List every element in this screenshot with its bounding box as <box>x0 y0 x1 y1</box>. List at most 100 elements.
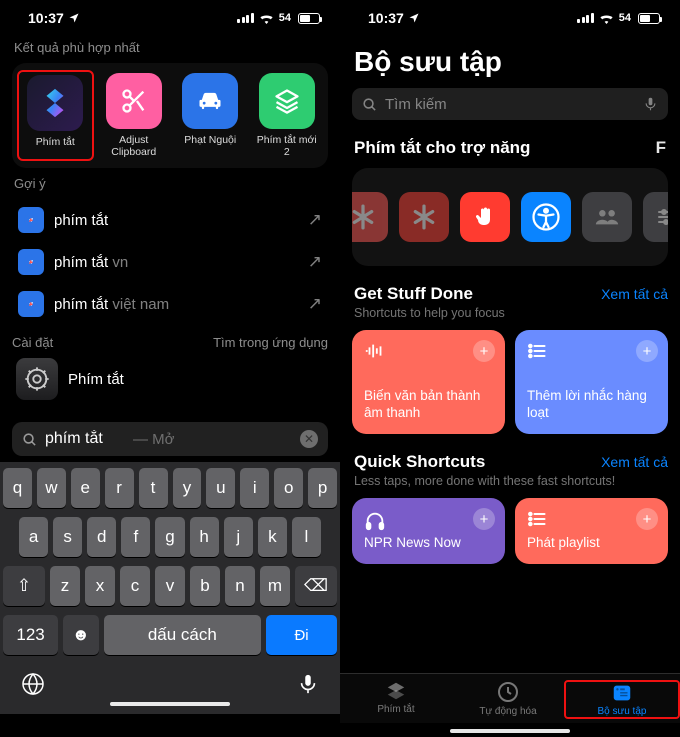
gallery-search[interactable]: Tìm kiếm <box>352 88 668 120</box>
key-k[interactable]: k <box>258 517 287 557</box>
add-button[interactable]: + <box>473 508 495 530</box>
globe-icon[interactable] <box>21 672 45 696</box>
key-space[interactable]: dấu cách <box>104 615 262 655</box>
a11y-shortcut-4[interactable] <box>582 192 632 242</box>
card-title: Thêm lời nhắc hàng loạt <box>527 388 656 422</box>
home-indicator[interactable] <box>110 702 230 706</box>
app-adjust-clipboard[interactable]: Adjust Clipboard <box>101 73 168 158</box>
app-icon <box>27 75 83 131</box>
key-z[interactable]: z <box>50 566 80 606</box>
key-⇧[interactable]: ⇧ <box>3 566 45 606</box>
add-button[interactable]: + <box>636 340 658 362</box>
tab-phím-tắt[interactable]: Phím tắt <box>340 680 452 719</box>
app-phím-tắt-mới-2[interactable]: Phím tắt mới 2 <box>254 73 321 158</box>
a11y-carousel[interactable] <box>352 168 668 266</box>
tab-tự-động-hóa[interactable]: Tự động hóa <box>452 680 564 719</box>
a11y-shortcut-1[interactable] <box>399 192 449 242</box>
search-input[interactable] <box>45 430 125 448</box>
tab-bộ-sưu-tập[interactable]: Bộ sưu tập <box>564 680 680 719</box>
battery-pct: 54 <box>619 12 631 24</box>
add-button[interactable]: + <box>636 508 658 530</box>
key-x[interactable]: x <box>85 566 115 606</box>
key-c[interactable]: c <box>120 566 150 606</box>
key-e[interactable]: e <box>71 468 100 508</box>
suggestion-text: phím tắt việt nam <box>54 296 298 313</box>
app-icon <box>259 73 315 129</box>
wifi-icon <box>259 13 274 24</box>
grid-icon <box>610 682 634 704</box>
mic-icon[interactable] <box>643 95 658 113</box>
key-a[interactable]: a <box>19 517 48 557</box>
battery-pct: 54 <box>279 12 291 24</box>
key-y[interactable]: y <box>173 468 202 508</box>
tab-label: Tự động hóa <box>479 706 536 717</box>
key-emoji[interactable]: ☻ <box>63 615 98 655</box>
key-i[interactable]: i <box>240 468 269 508</box>
phone-right-gallery: 10:37 54 Bộ sưu tập Tìm kiếm Phím tắt ch… <box>340 0 680 737</box>
gsd-sub: Shortcuts to help you focus <box>354 306 666 320</box>
key-j[interactable]: j <box>224 517 253 557</box>
compass-icon <box>18 249 44 275</box>
arrow-ne-icon: ↗ <box>308 294 322 314</box>
app-label: Adjust Clipboard <box>101 134 168 158</box>
key-⌫[interactable]: ⌫ <box>295 566 337 606</box>
key-n[interactable]: n <box>225 566 255 606</box>
key-b[interactable]: b <box>190 566 220 606</box>
qs-cards: +NPR News Now+Phát playlist <box>352 498 668 564</box>
a11y-shortcut-5[interactable] <box>643 192 668 242</box>
gsd-see-all[interactable]: Xem tất cả <box>601 286 668 302</box>
add-button[interactable]: + <box>473 340 495 362</box>
shortcut-card[interactable]: +NPR News Now <box>352 498 505 564</box>
key-w[interactable]: w <box>37 468 66 508</box>
signal-icon <box>237 13 254 23</box>
a11y-shortcut-3[interactable] <box>521 192 571 242</box>
key-s[interactable]: s <box>53 517 82 557</box>
key-p[interactable]: p <box>308 468 337 508</box>
phone-left-spotlight: 10:37 54 Kết quả phù hợp nhất Phím tắtAd… <box>0 0 340 737</box>
app-results-row: Phím tắt Adjust Clipboard Phạt NguộiPhím t… <box>12 63 328 168</box>
suggestion-item[interactable]: phím tắt việt nam ↗ <box>12 283 328 325</box>
key-o[interactable]: o <box>274 468 303 508</box>
search-in-app-link[interactable]: Tìm trong ứng dụng <box>213 335 328 350</box>
app-phím-tắt[interactable]: Phím tắt <box>17 70 94 161</box>
key-l[interactable]: l <box>292 517 321 557</box>
key-q[interactable]: q <box>3 468 32 508</box>
suggestion-item[interactable]: phím tắt vn↗ <box>12 241 328 283</box>
app-phạt-nguội[interactable]: Phạt Nguội <box>177 73 244 158</box>
shortcut-card[interactable]: +Biến văn bản thành âm thanh <box>352 330 505 434</box>
search-field[interactable]: — Mở ✕ <box>12 422 328 456</box>
key-t[interactable]: t <box>139 468 168 508</box>
clear-search-button[interactable]: ✕ <box>300 430 318 448</box>
app-icon <box>182 73 238 129</box>
key-g[interactable]: g <box>155 517 184 557</box>
key-go[interactable]: Đi <box>266 615 337 655</box>
search-icon <box>22 432 37 447</box>
key-123[interactable]: 123 <box>3 615 58 655</box>
key-u[interactable]: u <box>206 468 235 508</box>
card-title: Phát playlist <box>527 535 656 552</box>
key-v[interactable]: v <box>155 566 185 606</box>
key-f[interactable]: f <box>121 517 150 557</box>
a11y-shortcut-2[interactable] <box>460 192 510 242</box>
location-icon <box>408 12 420 24</box>
key-m[interactable]: m <box>260 566 290 606</box>
gsd-cards: +Biến văn bản thành âm thanh+Thêm lời nh… <box>352 330 668 434</box>
key-r[interactable]: r <box>105 468 134 508</box>
key-h[interactable]: h <box>190 517 219 557</box>
shortcut-card[interactable]: + Thêm lời nhắc hàng loạt <box>515 330 668 434</box>
statusbar: 10:37 54 <box>340 0 680 32</box>
settings-result[interactable]: Phím tắt <box>12 350 328 408</box>
tab-label: Phím tắt <box>377 704 414 715</box>
suggestion-item[interactable]: phím tắt↗ <box>12 199 328 241</box>
mic-icon[interactable] <box>297 673 319 695</box>
qs-see-all[interactable]: Xem tất cả <box>601 454 668 470</box>
gsd-heading: Get Stuff Done <box>354 284 473 304</box>
a11y-shortcut-0[interactable] <box>352 192 388 242</box>
clock: 10:37 <box>28 10 64 26</box>
qs-sub: Less taps, more done with these fast sho… <box>354 474 666 488</box>
shortcut-card[interactable]: + Phát playlist <box>515 498 668 564</box>
app-icon <box>106 73 162 129</box>
home-indicator[interactable] <box>450 729 570 733</box>
key-d[interactable]: d <box>87 517 116 557</box>
settings-item-label: Phím tắt <box>68 371 124 388</box>
